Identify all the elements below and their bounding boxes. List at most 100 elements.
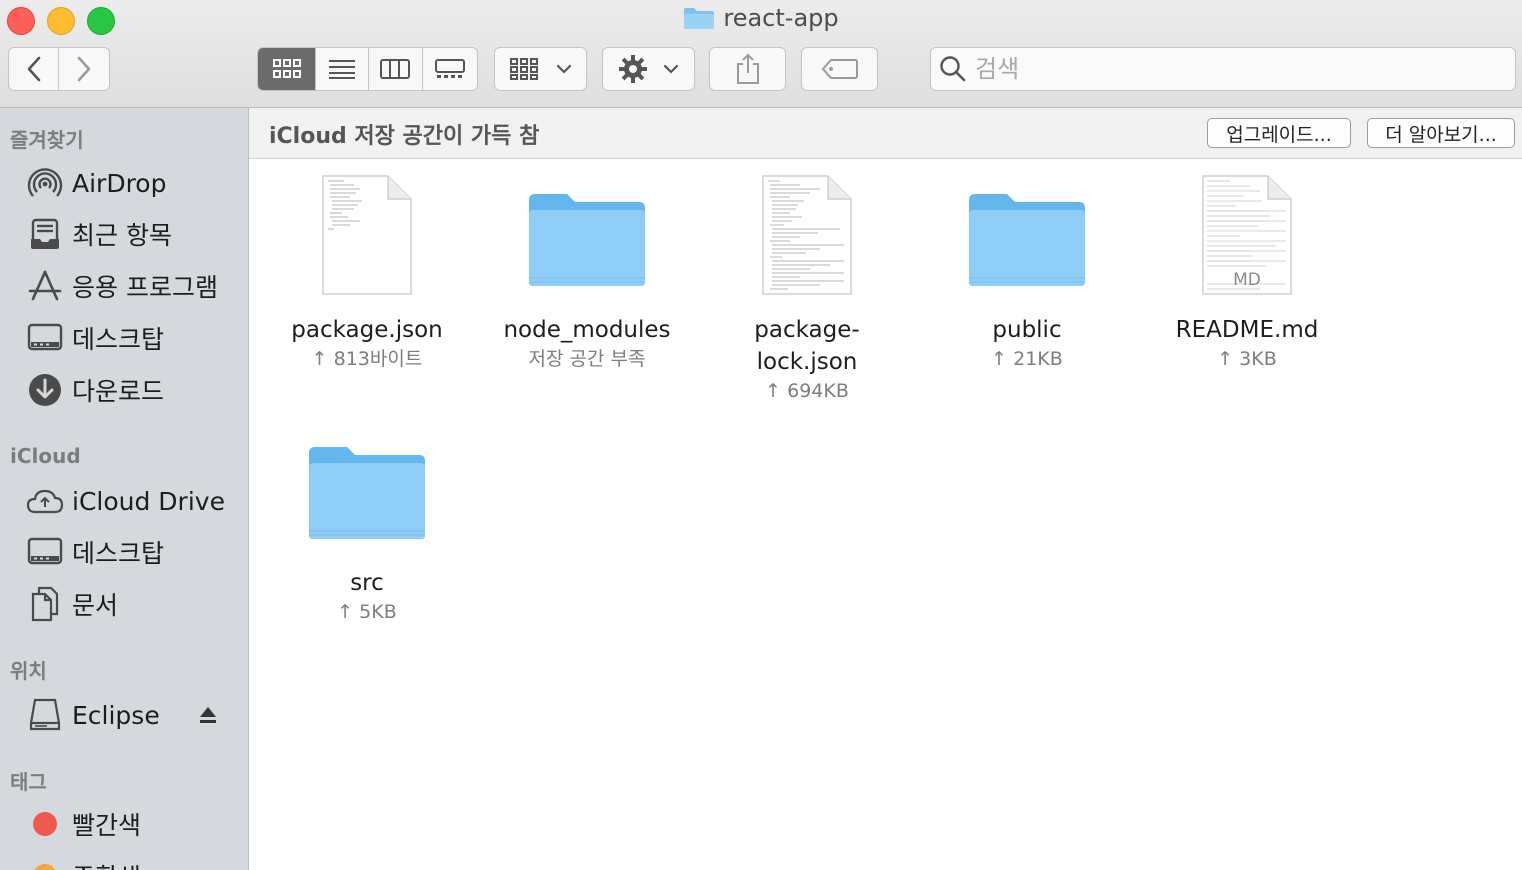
eject-icon xyxy=(200,707,216,723)
share-icon xyxy=(736,53,759,84)
disk-icon xyxy=(26,696,64,734)
sidebar-section-favorites: 즐겨찾기 xyxy=(10,128,84,152)
markdown-document-icon: MD xyxy=(1147,172,1347,298)
group-icon xyxy=(509,58,538,80)
banner-message: iCloud 저장 공간이 가득 참 xyxy=(269,124,540,149)
downloads-icon xyxy=(26,371,64,409)
sidebar-item-icloud-desktop[interactable]: 데스크탑 xyxy=(26,530,164,574)
file-status: ↑ 5KB xyxy=(337,601,397,623)
search-input[interactable] xyxy=(973,54,1497,84)
sidebar-item-label: 문서 xyxy=(72,591,119,620)
file-status: ↑ 3KB xyxy=(1217,348,1277,370)
file-item-readme-md[interactable]: MD README.md ↑ 3KB xyxy=(1147,172,1347,372)
sidebar-section-tags: 태그 xyxy=(10,770,47,794)
icloud-icon xyxy=(26,482,64,520)
sidebar-item-documents[interactable]: 문서 xyxy=(26,582,118,626)
grid-icon xyxy=(272,59,301,78)
json-document-icon xyxy=(267,172,467,298)
chevron-right-icon xyxy=(77,56,91,82)
sidebar-item-label: AirDrop xyxy=(72,168,167,198)
file-item-node-modules[interactable]: node_modules 저장 공간 부족 xyxy=(487,172,687,372)
sidebar-item-eclipse[interactable]: Eclipse xyxy=(26,693,160,737)
json-document-icon xyxy=(707,172,907,298)
airdrop-icon xyxy=(26,164,64,202)
file-status: ↑ 813바이트 xyxy=(311,348,423,370)
folder-icon xyxy=(927,172,1127,298)
file-item-src[interactable]: src ↑ 5KB xyxy=(267,425,467,625)
file-item-package-lock-json[interactable]: package- lock.json ↑ 694KB xyxy=(707,172,907,404)
learn-more-button[interactable]: 더 알아보기... xyxy=(1367,118,1515,148)
list-view-button[interactable] xyxy=(316,48,369,90)
search-icon xyxy=(940,56,966,82)
sidebar-item-recents[interactable]: 최근 항목 xyxy=(26,212,172,256)
columns-icon xyxy=(380,59,411,79)
folder-icon xyxy=(683,6,715,36)
action-menu-button[interactable] xyxy=(602,47,695,91)
file-item-package-json[interactable]: package.json ↑ 813바이트 xyxy=(267,172,467,372)
group-by-button[interactable] xyxy=(494,47,587,91)
file-name: README.md xyxy=(1175,317,1319,343)
file-name: public xyxy=(992,317,1062,343)
view-mode-switcher xyxy=(257,47,478,91)
sidebar-item-label: 빨간색 xyxy=(72,811,142,840)
file-name: src xyxy=(350,570,384,596)
red-tag-dot-icon xyxy=(26,805,64,843)
sidebar-item-icloud-drive[interactable]: iCloud Drive xyxy=(26,479,225,523)
file-status: ↑ 21KB xyxy=(991,348,1063,370)
share-button[interactable] xyxy=(709,47,786,91)
search-field[interactable] xyxy=(930,47,1516,91)
file-name: package- lock.json xyxy=(754,317,860,375)
sidebar-item-tag-red[interactable]: 빨간색 xyxy=(26,802,141,846)
sidebar-item-downloads[interactable]: 다운로드 xyxy=(26,368,164,412)
sidebar-item-label: 응용 프로그램 xyxy=(72,273,218,302)
toolbar: react-app xyxy=(0,0,1522,108)
folder-icon xyxy=(267,425,467,551)
desktop-icon xyxy=(26,319,64,357)
back-button[interactable] xyxy=(9,48,60,90)
recents-icon xyxy=(26,215,64,253)
folder-icon xyxy=(487,172,687,298)
sidebar: 즐겨찾기 AirDrop 최근 항목 응용 프로그램 데스크탑 다운로드 iCl… xyxy=(0,108,249,870)
window-title-area: react-app xyxy=(0,4,1522,36)
navigation-buttons xyxy=(8,47,110,91)
sidebar-section-icloud: iCloud xyxy=(10,444,81,468)
storage-full-banner: iCloud 저장 공간이 가득 참 업그레이드... 더 알아보기... xyxy=(249,108,1522,159)
chevron-left-icon xyxy=(27,56,40,82)
sidebar-item-label: 최근 항목 xyxy=(72,221,172,250)
gear-icon xyxy=(618,55,647,83)
sidebar-item-applications[interactable]: 응용 프로그램 xyxy=(26,264,218,308)
chevron-down-icon xyxy=(663,64,678,74)
sidebar-section-locations: 위치 xyxy=(10,659,47,683)
orange-tag-dot-icon xyxy=(26,857,64,870)
sidebar-item-tag-orange[interactable]: 주황색 xyxy=(26,854,141,870)
documents-icon xyxy=(26,585,64,623)
sidebar-item-label: 데스크탑 xyxy=(72,325,165,354)
sidebar-item-label: Eclipse xyxy=(72,700,160,730)
gallery-view-button[interactable] xyxy=(423,48,478,90)
sidebar-item-label: 데스크탑 xyxy=(72,539,165,568)
applications-icon xyxy=(26,267,64,305)
icon-view-button[interactable] xyxy=(258,48,317,90)
column-view-button[interactable] xyxy=(369,48,423,90)
sidebar-item-airdrop[interactable]: AirDrop xyxy=(26,161,166,205)
file-name: node_modules xyxy=(503,317,671,343)
upgrade-button[interactable]: 업그레이드... xyxy=(1207,118,1351,148)
sidebar-item-label: 주황색 xyxy=(72,858,141,870)
list-icon xyxy=(329,60,356,79)
sidebar-item-label: 다운로드 xyxy=(72,377,165,406)
desktop-icon xyxy=(26,533,64,571)
file-name: package.json xyxy=(291,317,443,343)
tag-button[interactable] xyxy=(801,47,878,91)
tag-icon xyxy=(821,59,858,79)
file-item-public[interactable]: public ↑ 21KB xyxy=(927,172,1127,372)
window-title: react-app xyxy=(723,4,839,32)
file-status: 저장 공간 부족 xyxy=(528,348,646,370)
chevron-down-icon xyxy=(556,64,571,74)
sidebar-item-desktop[interactable]: 데스크탑 xyxy=(26,316,164,360)
gallery-icon xyxy=(434,59,465,78)
sidebar-item-label: iCloud Drive xyxy=(72,486,225,516)
forward-button[interactable] xyxy=(59,48,109,90)
file-status: ↑ 694KB xyxy=(765,380,849,402)
eject-button[interactable] xyxy=(198,705,218,729)
md-badge: MD xyxy=(1233,270,1261,290)
